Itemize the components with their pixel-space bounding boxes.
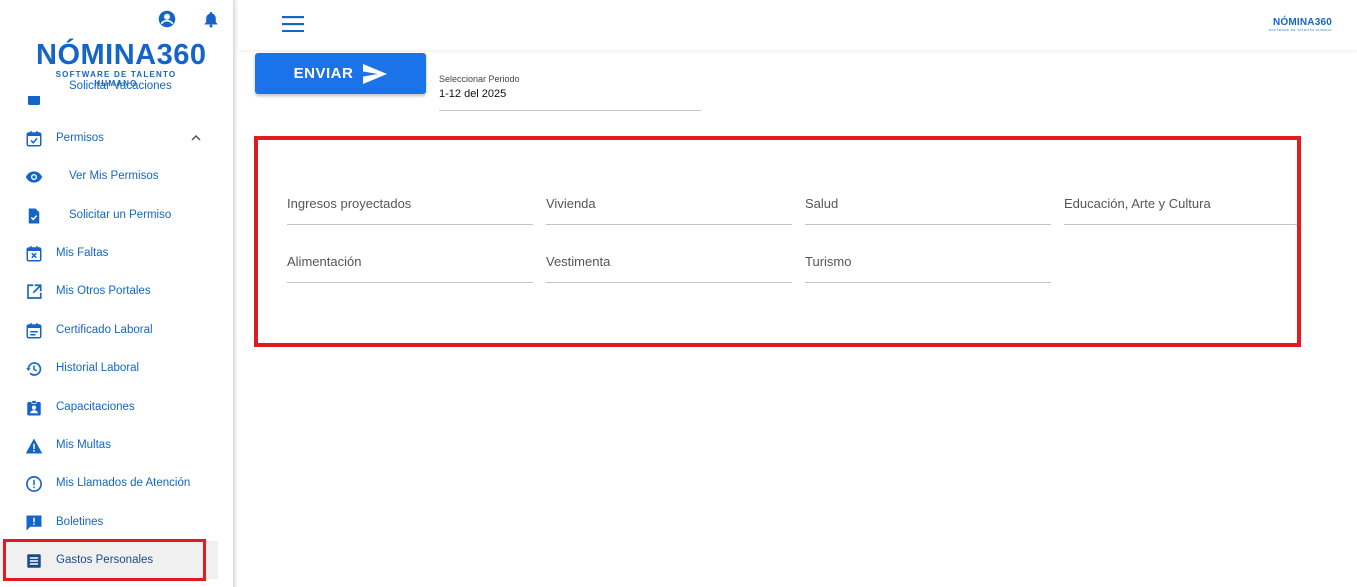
calendar-note-icon <box>26 323 42 339</box>
alert-circle-icon <box>26 476 42 492</box>
sidebar-item-label: Mis Llamados de Atención <box>56 477 191 489</box>
sidebar-item-label: Certificado Laboral <box>56 324 153 336</box>
eye-icon <box>25 171 43 183</box>
document-check-icon <box>28 208 40 224</box>
sidebar-item-solicitar-vacaciones[interactable]: Solicitar Vacaciones <box>0 80 218 105</box>
sidebar-item-permisos[interactable]: Permisos <box>0 119 218 157</box>
sidebar-item-label: Solicitar un Permiso <box>69 209 172 221</box>
send-icon <box>363 63 388 84</box>
field-salud[interactable]: Salud <box>805 190 1051 225</box>
field-ingresos-proyectados[interactable]: Ingresos proyectados <box>287 190 533 225</box>
send-button[interactable]: ENVIAR <box>255 53 426 94</box>
highlight-box-sidebar <box>3 539 206 581</box>
sidebar-item-label: Ver Mis Permisos <box>69 170 159 182</box>
sidebar-item-label: Solicitar Vacaciones <box>69 80 172 92</box>
hamburger-menu-icon[interactable] <box>282 16 304 32</box>
sidebar-item-label: Historial Laboral <box>56 362 140 374</box>
sidebar-item-mis-otros-portales[interactable]: Mis Otros Portales <box>0 272 218 310</box>
sidebar-item-label: Boletines <box>56 516 104 528</box>
sidebar-item-mis-multas[interactable]: Mis Multas <box>0 426 218 464</box>
sidebar-item-boletines[interactable]: Boletines <box>0 503 218 541</box>
field-label: Salud <box>805 196 839 211</box>
calendar-download-icon <box>28 96 40 105</box>
field-label: Vestimenta <box>546 254 611 269</box>
account-circle-icon[interactable] <box>158 10 176 28</box>
sidebar-item-mis-faltas[interactable]: Mis Faltas <box>0 234 218 272</box>
sidebar-item-label: Mis Multas <box>56 439 111 451</box>
field-label: Educación, Arte y Cultura <box>1064 196 1211 211</box>
sidebar-item-historial-laboral[interactable]: Historial Laboral <box>0 349 218 387</box>
chevron-up-icon[interactable] <box>190 132 202 144</box>
calendar-check-icon <box>26 131 42 147</box>
field-label: Turismo <box>805 254 852 269</box>
field-vivienda[interactable]: Vivienda <box>546 190 792 225</box>
badge-icon <box>27 400 41 416</box>
external-link-icon <box>27 284 42 299</box>
top-bar: NÓMINA360 SOFTWARE DE TALENTO HUMANO <box>238 0 1357 50</box>
header-brand: NÓMINA360 SOFTWARE DE TALENTO HUMANO <box>1269 17 1332 32</box>
field-label: Alimentación <box>287 254 362 269</box>
sidebar-item-certificado-laboral[interactable]: Certificado Laboral <box>0 311 218 349</box>
sidebar-item-label: Mis Faltas <box>56 247 109 259</box>
sidebar-top-icons <box>158 10 220 30</box>
calendar-x-icon <box>26 246 42 262</box>
period-label: Seleccionar Periodo <box>439 74 520 84</box>
warning-icon <box>25 438 43 454</box>
bell-icon[interactable] <box>202 10 220 28</box>
field-vestimenta[interactable]: Vestimenta <box>546 248 792 283</box>
header-brand-subtitle: SOFTWARE DE TALENTO HUMANO <box>1268 28 1332 32</box>
sidebar-item-ver-mis-permisos[interactable]: Ver Mis Permisos <box>0 157 218 195</box>
field-turismo[interactable]: Turismo <box>805 248 1051 283</box>
announcement-icon <box>26 515 42 531</box>
field-label: Vivienda <box>546 196 596 211</box>
send-button-label: ENVIAR <box>293 65 354 82</box>
field-label: Ingresos proyectados <box>287 196 412 211</box>
header-brand-title: NÓMINA360 <box>1272 17 1332 28</box>
sidebar-item-capacitaciones[interactable]: Capacitaciones <box>0 388 218 426</box>
sidebar-item-label: Capacitaciones <box>56 401 135 413</box>
period-select[interactable]: Seleccionar Periodo 1-12 del 2025 <box>439 74 701 111</box>
logo-title: NÓMINA360 <box>36 39 207 71</box>
sidebar-item-label: Mis Otros Portales <box>56 285 151 297</box>
sidebar-item-solicitar-permiso[interactable]: Solicitar un Permiso <box>0 196 218 234</box>
highlight-box-form: Ingresos proyectados Vivienda Salud Educ… <box>254 136 1301 347</box>
field-alimentacion[interactable]: Alimentación <box>287 248 533 283</box>
field-educacion-arte-cultura[interactable]: Educación, Arte y Cultura <box>1064 190 1297 225</box>
period-value: 1-12 del 2025 <box>439 88 507 100</box>
sidebar-item-label: Permisos <box>56 132 104 144</box>
history-icon <box>26 362 42 376</box>
sidebar-divider <box>233 0 238 587</box>
sidebar-item-mis-llamados-atencion[interactable]: Mis Llamados de Atención <box>0 464 218 502</box>
sidebar: NÓMINA360 SOFTWARE DE TALENTO HUMANO Sol… <box>0 0 233 587</box>
